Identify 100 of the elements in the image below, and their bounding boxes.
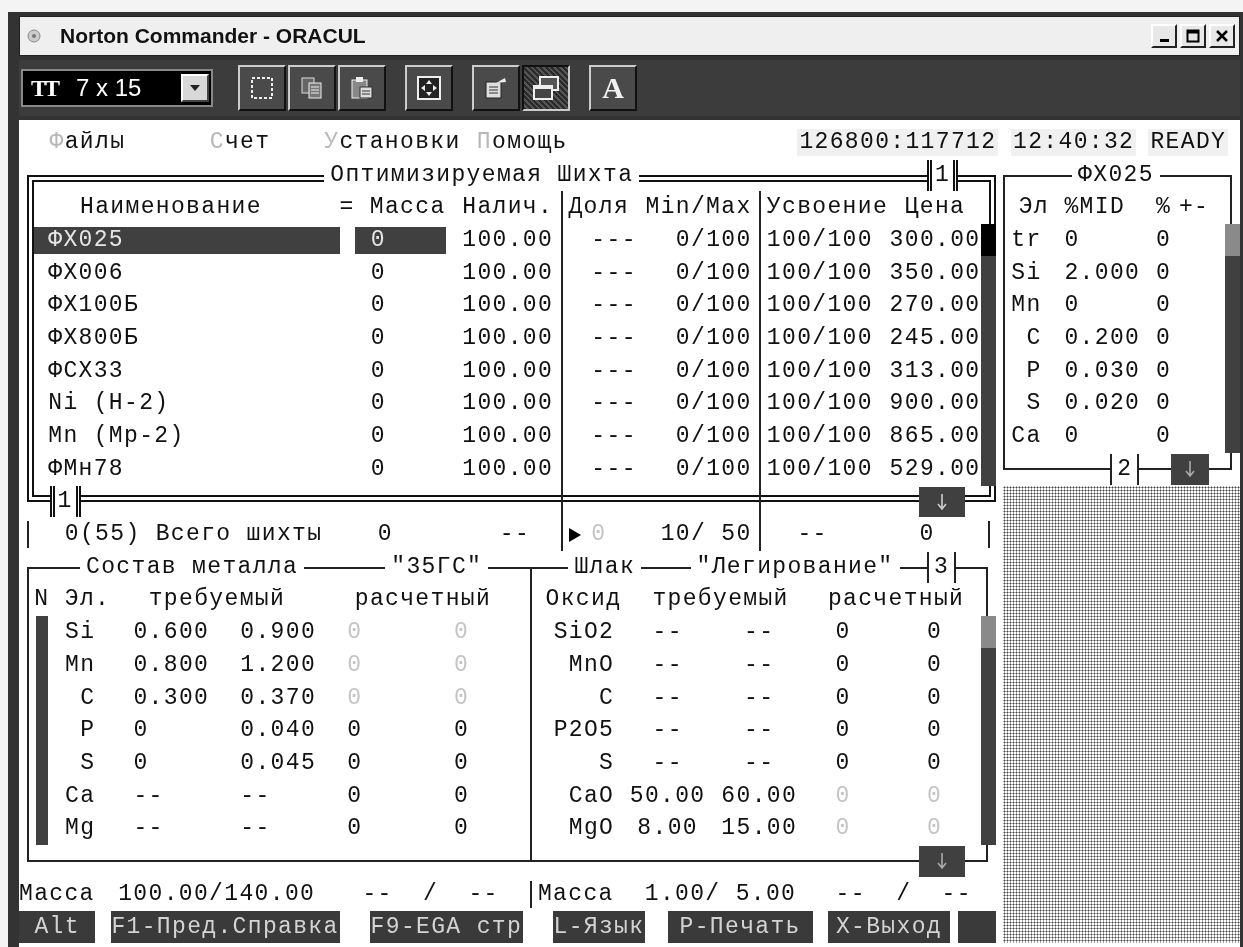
slag-mode: "Легирование" xyxy=(690,553,900,581)
scroll-down-button[interactable] xyxy=(919,846,966,877)
column-header: N xyxy=(34,586,50,614)
table-cell: 0/100 xyxy=(675,226,752,254)
table-cell[interactable]: ФХ800Б xyxy=(34,324,340,352)
table-cell[interactable]: 0 xyxy=(354,357,447,385)
column-header: Цена xyxy=(904,194,966,222)
function-key[interactable]: F1-Пред.Справка xyxy=(110,910,340,944)
table-cell: 0 xyxy=(347,651,363,679)
scroll-down-button[interactable] xyxy=(919,486,966,518)
table-cell[interactable]: Mn (Mp-2) xyxy=(34,423,340,451)
copy-icon xyxy=(299,75,325,101)
scroll-down-button[interactable] xyxy=(1171,453,1210,485)
maximize-button[interactable] xyxy=(1180,24,1206,48)
toolbar-button[interactable]: A xyxy=(589,65,637,111)
table-cell[interactable]: 0 xyxy=(354,259,447,287)
mass-range: -- / -- xyxy=(362,880,499,908)
table-cell[interactable]: 0 xyxy=(354,390,447,418)
table-cell: MgO xyxy=(568,815,615,843)
table-cell: C xyxy=(80,684,96,712)
column-header: расчетный xyxy=(354,586,492,614)
column-header: +- xyxy=(1178,194,1210,222)
table-cell: 0.020 xyxy=(1064,390,1141,418)
table-cell: 0 xyxy=(1064,423,1080,451)
column-header: Усвоение xyxy=(766,194,889,222)
table-cell[interactable]: ФХ100Б xyxy=(34,292,340,320)
table-cell: 0 xyxy=(927,717,943,745)
table-cell: 0 xyxy=(927,684,943,712)
table-cell: 0 xyxy=(927,782,943,810)
table-cell: 100.00 xyxy=(462,324,554,352)
panel-tab[interactable]: 2 xyxy=(1110,453,1140,485)
table-cell: -- xyxy=(744,717,775,745)
font-size-dropdown[interactable]: TT 7 x 15 xyxy=(21,69,213,107)
table-cell[interactable]: 0 xyxy=(354,292,447,320)
table-cell: 0 xyxy=(1156,259,1172,287)
table-cell: -- xyxy=(652,651,683,679)
table-cell: 100/100 xyxy=(766,455,873,483)
table-cell: 0.800 xyxy=(133,651,210,679)
play-icon xyxy=(568,526,583,543)
table-cell: 0.370 xyxy=(240,684,317,712)
table-cell[interactable]: 0 xyxy=(354,226,447,254)
function-key[interactable]: X-Выход xyxy=(827,910,950,944)
table-cell: 0 xyxy=(347,749,363,777)
function-key[interactable]: P-Печать xyxy=(667,910,813,944)
table-cell: 0 xyxy=(453,684,470,712)
table-cell[interactable]: Ni (H-2) xyxy=(34,390,340,418)
column-header: Наименование xyxy=(80,194,262,222)
table-cell: Si xyxy=(1011,259,1042,287)
caret-icon xyxy=(190,85,200,91)
scroll-bar[interactable] xyxy=(1224,224,1240,453)
scroll-bar[interactable] xyxy=(980,616,996,846)
table-cell: 0/100 xyxy=(675,259,752,287)
table-cell[interactable]: 0 xyxy=(354,324,447,352)
table-cell[interactable]: 0 xyxy=(354,423,447,451)
table-cell[interactable]: ФХ006 xyxy=(34,259,340,287)
menu-item[interactable]: Файлы xyxy=(49,129,126,156)
close-button[interactable] xyxy=(1209,24,1235,48)
column-header: Min/Max xyxy=(645,194,752,222)
table-cell: 0 xyxy=(835,749,851,777)
table-cell: 0 xyxy=(133,749,149,777)
table-cell: -- xyxy=(744,684,775,712)
table-cell: 0 xyxy=(835,619,851,647)
minimize-icon xyxy=(1159,38,1169,42)
table-cell[interactable]: 0 xyxy=(354,455,447,483)
table-cell: 100.00 xyxy=(462,226,554,254)
table-cell: 2.000 xyxy=(1064,259,1141,287)
table-cell: --- xyxy=(591,292,637,320)
table-cell: --- xyxy=(591,455,637,483)
menu-item[interactable]: Счет xyxy=(209,129,271,156)
mass-value: 1.00/ 5.00 xyxy=(644,880,797,908)
panel-tab[interactable]: 3 xyxy=(927,551,957,583)
table-cell: -- xyxy=(133,782,164,810)
table-cell: C xyxy=(1026,324,1042,352)
menu-item[interactable]: Установки xyxy=(324,129,461,156)
table-cell: 0 xyxy=(1156,390,1172,418)
panel-tab[interactable]: 1 xyxy=(49,486,81,518)
table-cell: --- xyxy=(591,357,637,385)
scroll-bar[interactable] xyxy=(980,224,996,486)
selection-icon xyxy=(249,75,275,101)
minimize-button[interactable] xyxy=(1151,24,1177,48)
table-cell: -- xyxy=(240,782,271,810)
toolbar-button[interactable] xyxy=(522,65,570,111)
table-cell: -- xyxy=(652,717,683,745)
table-cell: 0/100 xyxy=(675,390,752,418)
function-key[interactable]: F9-EGA стр xyxy=(370,910,523,944)
table-cell: 0 xyxy=(453,782,470,810)
table-cell[interactable]: ФХ025 xyxy=(34,226,340,254)
table-cell: --- xyxy=(591,423,637,451)
function-key[interactable]: L-Язык xyxy=(553,910,645,944)
table-cell: 0 xyxy=(1064,226,1080,254)
arrow-down-icon xyxy=(937,852,948,871)
dropdown-button[interactable] xyxy=(181,74,209,102)
menu-item[interactable]: Помощь xyxy=(476,129,568,156)
table-cell: 100/100 xyxy=(766,357,873,385)
table-cell[interactable]: ФМн78 xyxy=(34,455,340,483)
column-header: %MID xyxy=(1064,194,1126,222)
table-cell[interactable]: ФСХ33 xyxy=(34,357,340,385)
panel-tab[interactable]: 1 xyxy=(927,159,959,191)
key-bar-filler xyxy=(957,910,996,944)
function-key[interactable]: Alt xyxy=(19,910,96,944)
